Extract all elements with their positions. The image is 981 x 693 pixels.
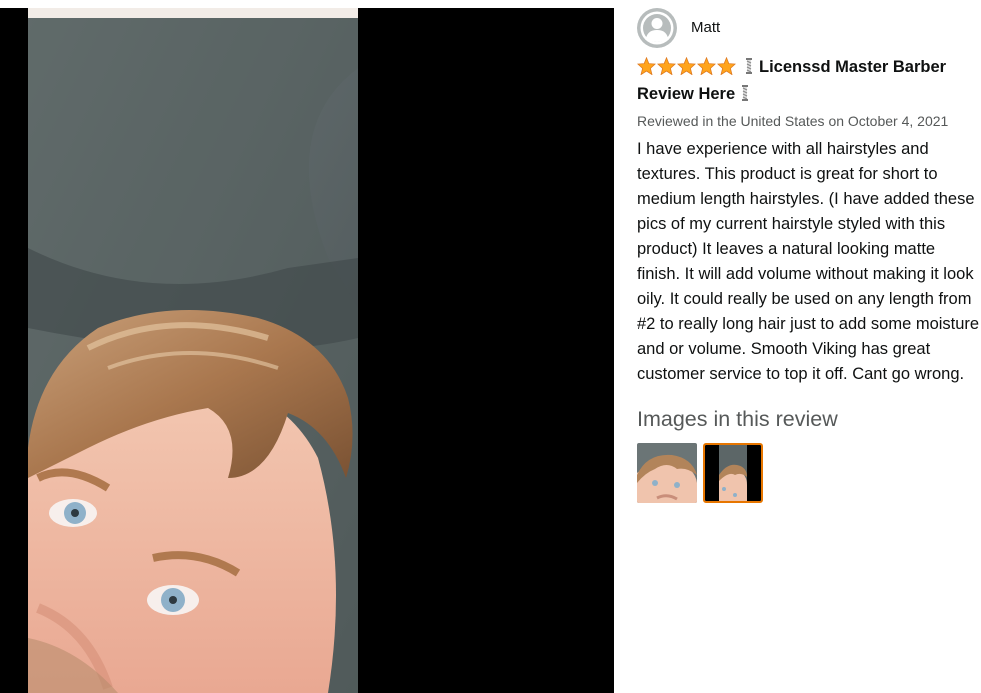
star-icon bbox=[637, 57, 656, 75]
thumbnail-1[interactable] bbox=[637, 443, 697, 503]
review-body: I have experience with all hairstyles an… bbox=[637, 140, 980, 383]
reviewer-name[interactable]: Matt bbox=[691, 18, 720, 38]
thumbnail-2[interactable] bbox=[703, 443, 763, 503]
review-photo bbox=[28, 8, 358, 693]
review-title-line1[interactable]: Licenssd Master Barber bbox=[759, 58, 946, 76]
star-icon bbox=[677, 57, 696, 75]
star-icon bbox=[697, 57, 716, 75]
thumbnail-strip bbox=[637, 443, 981, 503]
barber-pole-icon bbox=[741, 85, 749, 101]
default-user-avatar-icon bbox=[637, 8, 677, 48]
review-title-line2[interactable]: Review Here bbox=[637, 85, 735, 103]
review-title-row: Licenssd Master Barber Review Here bbox=[637, 55, 981, 107]
reviewer-profile[interactable]: Matt bbox=[637, 8, 981, 48]
review-panel: Matt Licenssd Master Barber Review Here … bbox=[637, 8, 981, 503]
barber-pole-icon bbox=[745, 58, 753, 74]
star-rating[interactable] bbox=[637, 57, 737, 82]
images-heading: Images in this review bbox=[637, 407, 838, 431]
image-viewer bbox=[0, 8, 614, 693]
star-icon bbox=[717, 57, 736, 75]
review-date: Reviewed in the United States on October… bbox=[637, 113, 949, 129]
star-icon bbox=[657, 57, 676, 75]
